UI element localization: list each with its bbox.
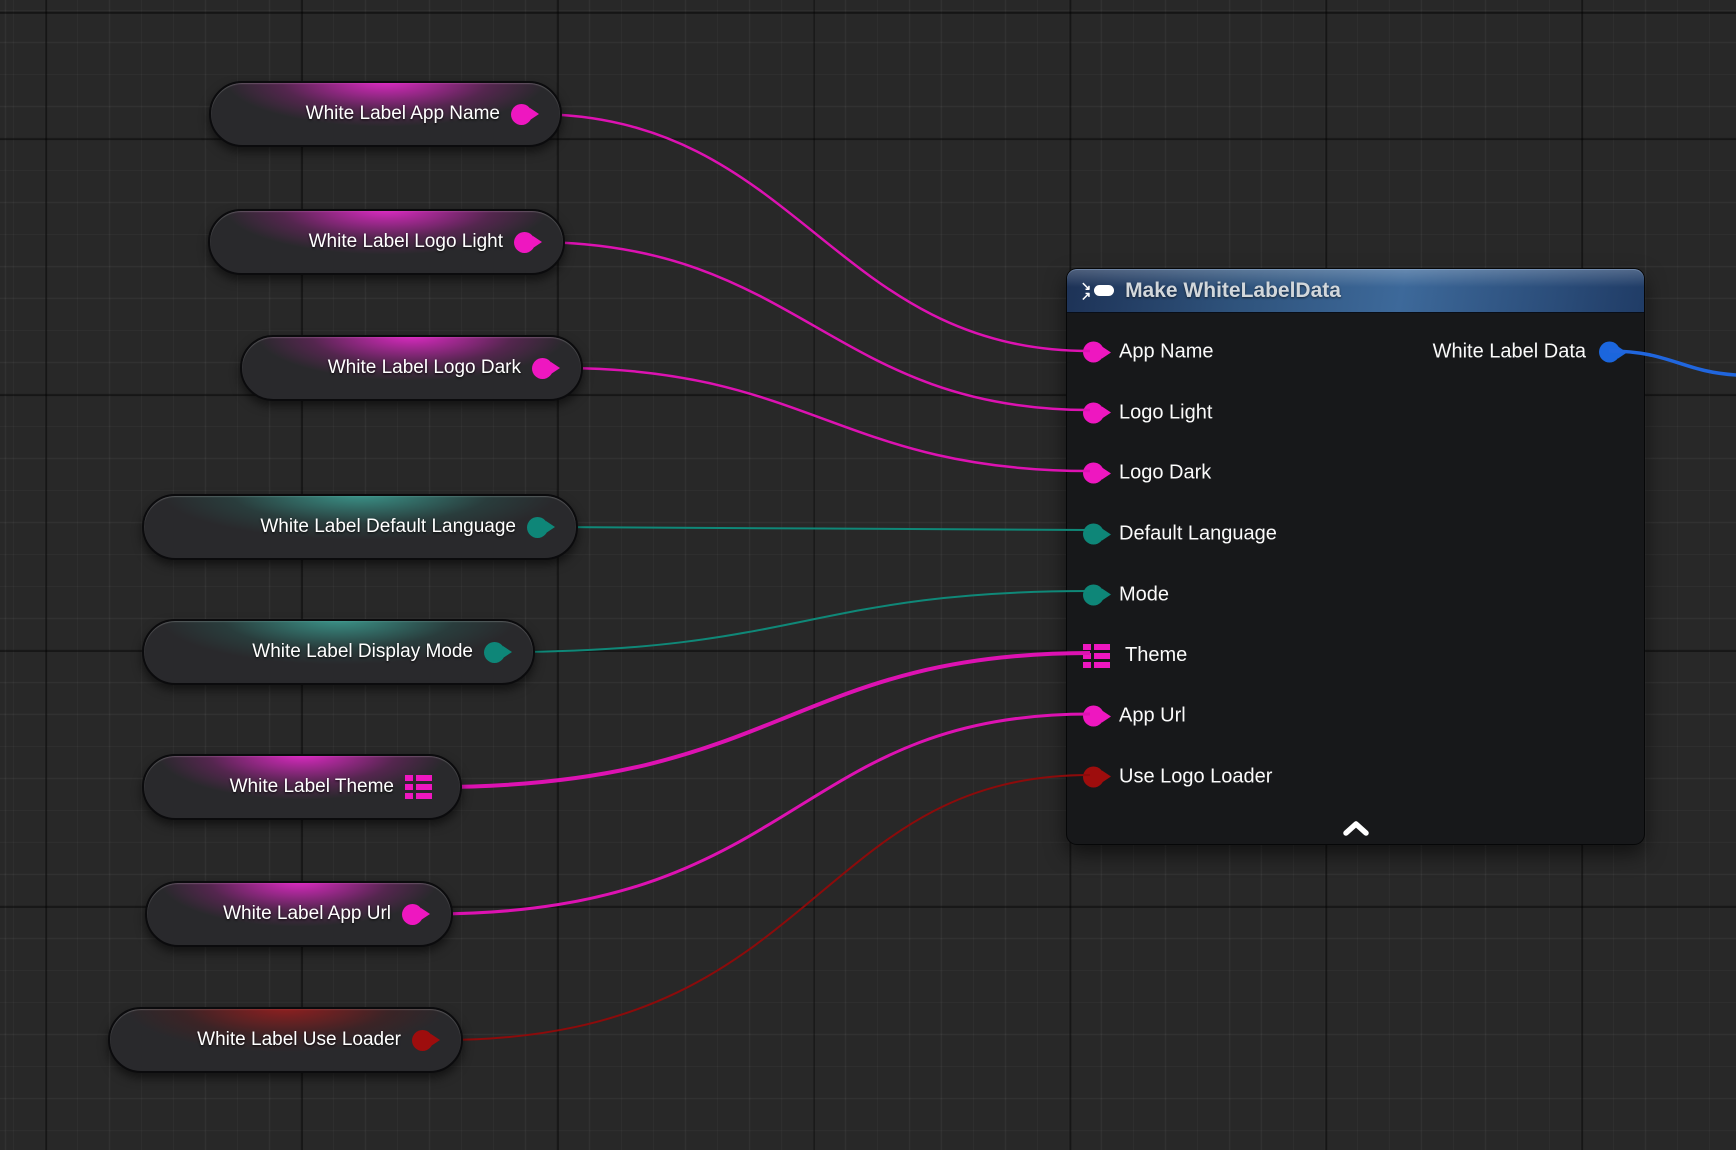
use-logo-loader-pin[interactable] xyxy=(1083,766,1104,787)
white-label-app-name-pin[interactable] xyxy=(511,104,532,125)
getter-node-white-label-use-loader[interactable]: White Label Use Loader xyxy=(108,1007,463,1073)
app-url-pin[interactable] xyxy=(1083,706,1104,727)
getter-node-label: White Label Use Loader xyxy=(197,1029,401,1051)
getter-node-label: White Label Theme xyxy=(230,776,394,798)
make-whitelabeldata-node[interactable]: ↘↗ Make WhiteLabelData App Name Logo Ligh… xyxy=(1066,268,1645,845)
make-struct-icon: ↘↗ xyxy=(1081,281,1114,301)
getter-node-white-label-theme[interactable]: White Label Theme xyxy=(142,754,462,820)
make-node-header[interactable]: ↘↗ Make WhiteLabelData xyxy=(1067,269,1644,313)
make-node-input-label: Theme xyxy=(1125,644,1187,667)
getter-node-label: White Label App Url xyxy=(223,903,391,925)
make-node-input-row-mode: Mode xyxy=(1083,583,1169,606)
getter-node-white-label-logo-dark[interactable]: White Label Logo Dark xyxy=(240,335,583,401)
white-label-theme-struct-pin[interactable] xyxy=(405,775,432,799)
make-node-input-label: Mode xyxy=(1119,583,1169,606)
white-label-display-mode-pin[interactable] xyxy=(484,642,505,663)
wire-display-mode[interactable] xyxy=(501,591,1090,652)
getter-node-label: White Label Logo Light xyxy=(309,231,503,253)
make-node-output-row: White Label Data xyxy=(1433,341,1620,364)
make-node-input-row-theme: Theme xyxy=(1083,644,1187,668)
getter-node-label: White Label Default Language xyxy=(260,516,516,538)
white-label-app-url-pin[interactable] xyxy=(402,904,423,925)
make-node-input-label: Logo Dark xyxy=(1119,462,1211,485)
make-node-input-row-app-url: App Url xyxy=(1083,705,1186,728)
getter-node-white-label-display-mode[interactable]: White Label Display Mode xyxy=(142,619,535,685)
make-node-input-row-default-language: Default Language xyxy=(1083,523,1277,546)
make-node-input-label: Default Language xyxy=(1119,523,1277,546)
wire-default-language[interactable] xyxy=(546,527,1090,530)
getter-node-label: White Label Display Mode xyxy=(252,641,473,663)
wire-logo-dark[interactable] xyxy=(561,368,1090,471)
white-label-logo-dark-pin[interactable] xyxy=(532,358,553,379)
white-label-use-loader-pin[interactable] xyxy=(412,1030,433,1051)
logo-dark-pin[interactable] xyxy=(1083,463,1104,484)
make-node-input-label: App Name xyxy=(1119,341,1214,364)
theme-struct-pin[interactable] xyxy=(1083,644,1110,668)
make-node-title: Make WhiteLabelData xyxy=(1125,279,1341,303)
make-node-input-row-logo-light: Logo Light xyxy=(1083,401,1212,424)
mode-pin[interactable] xyxy=(1083,584,1104,605)
make-node-input-row-logo-dark: Logo Dark xyxy=(1083,462,1211,485)
getter-node-label: White Label Logo Dark xyxy=(328,357,521,379)
getter-node-white-label-app-name[interactable]: White Label App Name xyxy=(209,81,562,147)
wire-logo-light[interactable] xyxy=(534,242,1090,410)
make-node-input-row-use-logo-loader: Use Logo Loader xyxy=(1083,765,1272,788)
blueprint-graph-canvas[interactable]: ↘↗ Make WhiteLabelData App Name Logo Ligh… xyxy=(0,0,1736,1150)
make-node-input-row-app-name: App Name xyxy=(1083,341,1214,364)
logo-light-pin[interactable] xyxy=(1083,402,1104,423)
getter-node-white-label-logo-light[interactable]: White Label Logo Light xyxy=(208,209,565,275)
getter-node-white-label-app-url[interactable]: White Label App Url xyxy=(145,881,453,947)
getter-node-label: White Label App Name xyxy=(306,103,500,125)
make-node-input-label: Use Logo Loader xyxy=(1119,765,1272,788)
white-label-logo-light-pin[interactable] xyxy=(514,232,535,253)
white-label-default-language-pin[interactable] xyxy=(527,517,548,538)
wire-app-name[interactable] xyxy=(533,114,1090,351)
wire-theme[interactable] xyxy=(436,653,1090,787)
chevron-up-icon xyxy=(1342,821,1370,836)
output-pin-label: White Label Data xyxy=(1433,341,1586,364)
make-node-input-label: App Url xyxy=(1119,705,1186,728)
wire-app-url[interactable] xyxy=(431,714,1090,914)
getter-node-white-label-default-language[interactable]: White Label Default Language xyxy=(142,494,578,560)
collapse-node-button[interactable] xyxy=(1342,821,1370,836)
default-language-pin[interactable] xyxy=(1083,524,1104,545)
make-node-input-label: Logo Light xyxy=(1119,401,1212,424)
